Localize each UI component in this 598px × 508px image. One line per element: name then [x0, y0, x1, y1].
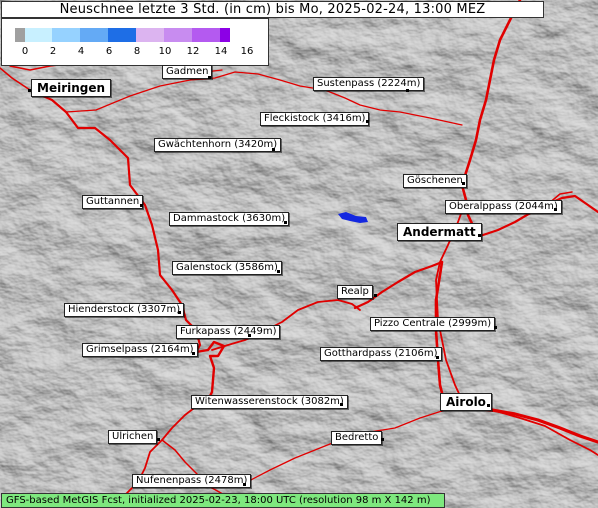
marker-bedretto: [381, 438, 384, 441]
legend-tick: 4: [77, 46, 85, 57]
snowfall-map: Neuschnee letzte 3 Std. (in cm) bis Mo, …: [0, 0, 598, 508]
label-pizzo-centrale: Pizzo Centrale (2999m): [370, 317, 496, 331]
label-realp: Realp: [337, 285, 373, 299]
marker-goeschenen: [462, 182, 465, 185]
legend-tick: 0: [21, 46, 29, 57]
legend-swatch-6: [164, 28, 192, 42]
label-meiringen: Meiringen: [31, 79, 112, 97]
marker-realp: [374, 294, 377, 297]
marker-nufenenpass: [243, 483, 246, 486]
marker-galenstock: [277, 270, 280, 273]
marker-furkapass: [248, 334, 251, 337]
legend-ticks: 0 2 4 6 8 10 12 14 16: [2, 46, 268, 60]
legend-tick: 16: [240, 46, 254, 57]
label-dammastock: Dammastock (3630m): [169, 212, 290, 226]
marker-meiringen: [28, 89, 31, 92]
label-gotthardpass: Gotthardpass (2106m): [320, 347, 442, 361]
label-hienderstock: Hienderstock (3307m): [64, 303, 185, 317]
legend-swatch-4: [108, 28, 136, 42]
label-oberalppass: Oberalppass (2044m): [445, 200, 562, 214]
forecast-footer: GFS-based MetGIS Fcst, initialized 2025-…: [1, 493, 445, 508]
marker-pizzo-centrale: [494, 326, 497, 329]
marker-fleckistock: [366, 120, 369, 123]
legend-swatch-1: [25, 28, 52, 42]
legend-tick: 10: [158, 46, 172, 57]
legend-tick: 12: [186, 46, 200, 57]
label-airolo: Airolo: [440, 393, 492, 411]
label-ulrichen: Ulrichen: [108, 430, 158, 444]
marker-dammastock: [284, 221, 287, 224]
legend-tick: 8: [133, 46, 141, 57]
legend-swatch-5: [136, 28, 164, 42]
legend-swatch-3: [80, 28, 108, 42]
label-nufenenpass: Nufenenpass (2478m): [132, 474, 252, 488]
marker-gwaechtenhorn: [272, 148, 275, 151]
marker-airolo: [487, 404, 490, 407]
legend-tick: 6: [105, 46, 113, 57]
marker-gotthardpass: [436, 356, 439, 359]
label-grimselpass: Grimselpass (2164m): [82, 343, 198, 357]
marker-grimselpass: [192, 352, 195, 355]
legend-tick: 2: [49, 46, 57, 57]
map-title: Neuschnee letzte 3 Std. (in cm) bis Mo, …: [1, 1, 544, 18]
label-bedretto: Bedretto: [331, 431, 383, 445]
legend-color-scale: [15, 28, 230, 42]
legend: 0 2 4 6 8 10 12 14 16: [1, 18, 269, 66]
marker-hienderstock: [178, 311, 181, 314]
marker-ulrichen: [157, 438, 160, 441]
legend-tick: 14: [214, 46, 228, 57]
label-gwaechtenhorn: Gwächtenhorn (3420m): [154, 138, 282, 152]
marker-andermatt: [478, 234, 481, 237]
label-goeschenen: Göschenen: [403, 174, 467, 188]
terrain-relief: [0, 0, 598, 508]
legend-swatch-8: [220, 28, 230, 42]
marker-oberalppass: [554, 208, 557, 211]
label-gadmen: Gadmen: [162, 65, 213, 79]
legend-swatch-7: [192, 28, 220, 42]
marker-gadmen: [208, 76, 211, 79]
legend-swatch-0: [15, 28, 25, 42]
marker-sustenpass: [406, 89, 409, 92]
marker-guttannen: [140, 204, 143, 207]
marker-witenwasserenstock: [340, 403, 343, 406]
label-furkapass: Furkapass (2449m): [176, 325, 281, 339]
label-galenstock: Galenstock (3586m): [172, 261, 282, 275]
label-fleckistock: Fleckistock (3416m): [260, 112, 370, 126]
terrain-shading: [0, 0, 598, 508]
label-andermatt: Andermatt: [397, 223, 482, 241]
label-guttannen: Guttannen: [82, 195, 144, 209]
legend-swatch-2: [52, 28, 80, 42]
label-witenwasserenstock: Witenwasserenstock (3082m): [191, 395, 348, 409]
